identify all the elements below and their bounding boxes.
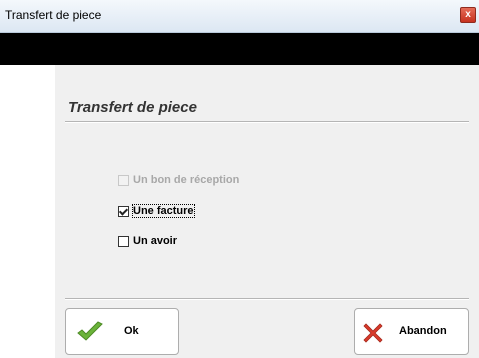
checkbox-avoir[interactable] [118, 235, 129, 247]
dialog-content: Transfert de piece Un bon de réception U… [55, 65, 479, 358]
ok-button-label: Ok [124, 325, 139, 337]
left-margin [0, 65, 55, 358]
checkbox-facture[interactable] [118, 205, 129, 217]
check-icon [77, 321, 103, 341]
header-band [0, 33, 479, 65]
ok-button[interactable]: Ok [65, 308, 179, 355]
option-label: Une facture [132, 204, 195, 218]
cross-icon [363, 323, 383, 343]
checkbox-bon-de-reception[interactable] [118, 174, 129, 186]
option-label: Un avoir [133, 235, 178, 247]
close-button[interactable]: x [460, 7, 476, 23]
window-title: Transfert de piece [5, 8, 102, 22]
option-bon-de-reception[interactable]: Un bon de réception [118, 173, 239, 187]
option-label: Un bon de réception [133, 174, 240, 186]
abandon-button[interactable]: Abandon [354, 308, 469, 355]
top-divider [65, 121, 469, 123]
option-facture[interactable]: Une facture [118, 204, 195, 218]
option-avoir[interactable]: Un avoir [118, 234, 177, 248]
title-bar: Transfert de piece x [0, 0, 479, 33]
bottom-divider [65, 298, 469, 300]
section-heading: Transfert de piece [68, 99, 197, 116]
abandon-button-label: Abandon [399, 325, 447, 337]
